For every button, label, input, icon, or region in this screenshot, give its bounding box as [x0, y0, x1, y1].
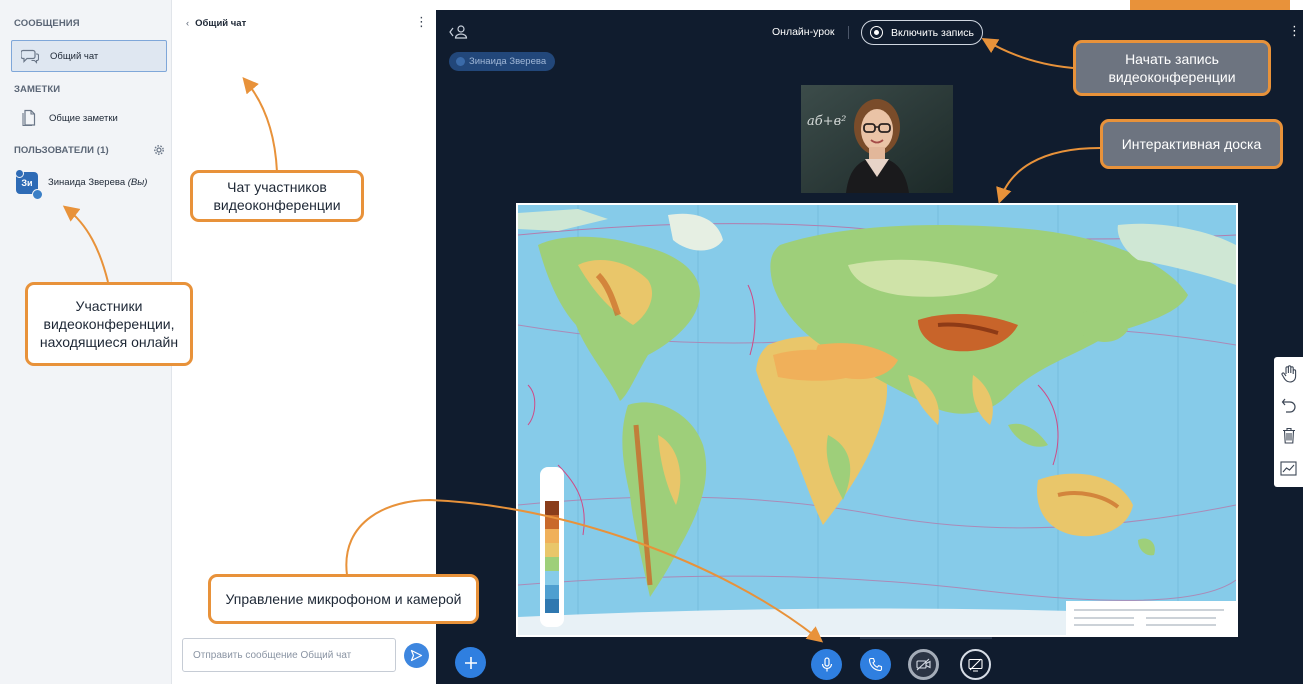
corner-accent: [1130, 0, 1290, 10]
user-list-toggle-icon[interactable]: [448, 24, 470, 40]
sidebar-item-label: Общий чат: [50, 50, 99, 62]
camera-off-icon: [916, 658, 931, 671]
hand-pointer-icon[interactable]: [1278, 363, 1299, 384]
record-icon: [870, 26, 883, 39]
avatar: Зи: [15, 169, 43, 200]
gear-icon[interactable]: [153, 143, 165, 155]
more-options-icon[interactable]: ⋮: [415, 15, 428, 28]
microphone-icon: [821, 656, 832, 671]
messages-heading: СООБЩЕНИЯ: [14, 18, 80, 29]
webcam-video: аб+в²: [801, 85, 953, 193]
send-icon: [410, 649, 423, 662]
divider: [848, 26, 849, 39]
chat-bubble-icon: [20, 46, 40, 66]
chevron-left-icon[interactable]: ‹: [186, 18, 189, 29]
presenter-badge: [15, 169, 24, 178]
chalkboard-text: аб+в²: [807, 114, 846, 129]
conference-mode-label: Онлайн-урок: [772, 26, 835, 38]
sidebar-item-general-notes[interactable]: Общие заметки: [11, 102, 167, 134]
trash-icon[interactable]: [1278, 425, 1299, 446]
world-map-image: [518, 205, 1236, 635]
notes-heading: ЗАМЕТКИ: [14, 84, 61, 95]
user-list-item[interactable]: Зи Зинаида Зверева (Вы): [15, 169, 148, 200]
user-you-tag: (Вы): [127, 176, 148, 188]
sidebar-item-general-chat[interactable]: Общий чат: [11, 40, 167, 72]
screen-share-off-icon: [968, 658, 983, 672]
callout-mic-camera: Управление микрофоном и камерой: [208, 574, 479, 624]
chat-title: Общий чат: [195, 18, 247, 29]
conference-area: Онлайн-урок Включить запись ⋮ Зинаида Зв…: [436, 10, 1303, 684]
send-button[interactable]: [404, 643, 429, 668]
callout-start-recording: Начать запись видеоконференции: [1073, 40, 1271, 96]
camera-button[interactable]: [908, 649, 939, 680]
callout-online-participants: Участники видеоконференции, находящиеся …: [25, 282, 193, 366]
phone-icon: [868, 657, 883, 672]
more-options-icon[interactable]: ⋮: [1288, 24, 1301, 37]
user-name: Зинаида Зверева: [48, 176, 126, 188]
sidebar-item-label: Общие заметки: [49, 112, 118, 124]
callout-chat-participants: Чат участников видеоконференции: [190, 170, 364, 222]
chat-message-input[interactable]: Отправить сообщение Общий чат: [182, 638, 396, 672]
document-icon: [19, 108, 39, 128]
callout-whiteboard: Интерактивная доска: [1100, 119, 1283, 169]
leave-audio-button[interactable]: [860, 649, 891, 680]
start-recording-button[interactable]: Включить запись: [861, 20, 983, 45]
users-heading: ПОЛЬЗОВАТЕЛИ (1): [14, 145, 109, 156]
plus-icon: [464, 656, 477, 669]
presenter-pill: Зинаида Зверева: [449, 52, 556, 71]
line-chart-icon[interactable]: [1278, 458, 1299, 479]
interactive-whiteboard[interactable]: [516, 203, 1238, 637]
add-action-button[interactable]: [455, 647, 486, 678]
control-bar-divider: [860, 637, 992, 639]
microphone-button[interactable]: [811, 649, 842, 680]
undo-icon[interactable]: [1278, 394, 1299, 415]
record-label: Включить запись: [891, 26, 974, 39]
chat-header[interactable]: ‹ Общий чат: [186, 18, 246, 29]
avatar-initials: Зи: [21, 178, 33, 188]
whiteboard-toolbar: [1274, 357, 1303, 487]
moderator-badge: [32, 189, 43, 200]
screen-share-button[interactable]: [960, 649, 991, 680]
